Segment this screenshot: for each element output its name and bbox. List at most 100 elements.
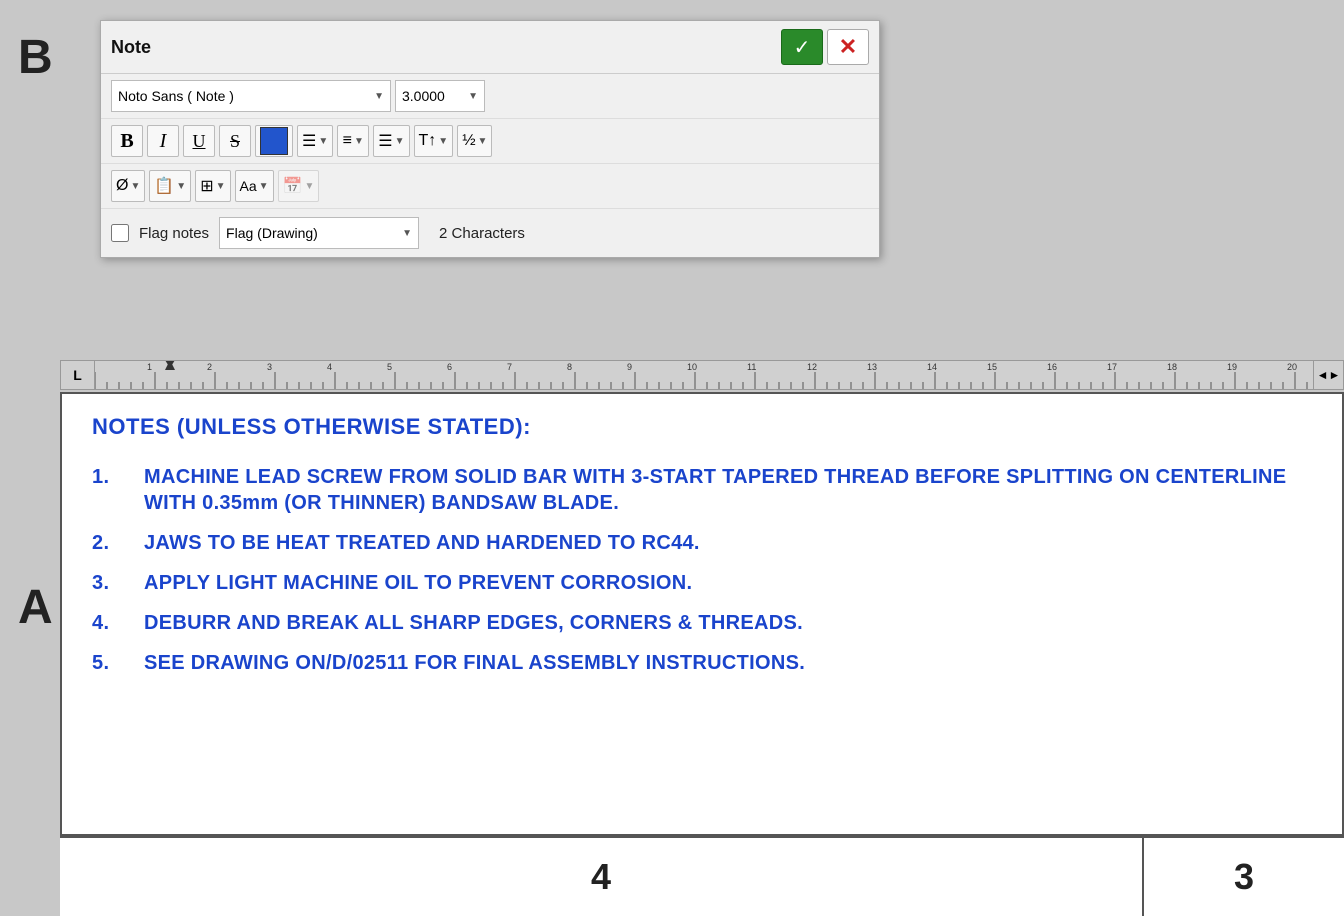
notes-heading: NOTES (UNLESS OTHERWISE STATED): xyxy=(92,414,1312,440)
ruler-nav-button[interactable]: ◄► xyxy=(1313,360,1343,390)
flag-notes-checkbox[interactable] xyxy=(111,224,129,242)
diameter-chevron: ▼ xyxy=(130,181,140,192)
bottom-right-label: 3 xyxy=(1234,856,1254,898)
strikethrough-button[interactable]: S xyxy=(219,125,251,157)
list-button[interactable]: ☰ ▼ xyxy=(373,125,409,157)
fraction-button[interactable]: ½ ▼ xyxy=(457,125,492,157)
list-item-text: MACHINE LEAD SCREW FROM SOLID BAR WITH 3… xyxy=(144,464,1312,516)
superscript-button[interactable]: T↑ ▼ xyxy=(414,125,454,157)
svg-text:7: 7 xyxy=(507,362,512,372)
underline-label: U xyxy=(193,131,206,152)
flag-dropdown-value: Flag (Drawing) xyxy=(226,225,318,241)
align-button[interactable]: ≡ ▼ xyxy=(337,125,369,157)
dialog-title: Note xyxy=(111,37,151,58)
svg-text:9: 9 xyxy=(627,362,632,372)
list-item: JAWS TO BE HEAT TREATED AND HARDENED TO … xyxy=(92,530,1312,556)
note-dialog: Note ✓ ✕ Noto Sans ( Note ) ▼ 3.0000 ▼ B… xyxy=(100,20,880,258)
flag-row: Flag notes Flag (Drawing) ▼ 2 Characters xyxy=(101,209,879,257)
align-chevron: ▼ xyxy=(354,136,364,147)
ruler-nav-icon: ◄► xyxy=(1317,368,1341,382)
svg-text:13: 13 xyxy=(867,362,877,372)
svg-text:12: 12 xyxy=(807,362,817,372)
font-size-chevron: ▼ xyxy=(468,91,478,102)
svg-text:6: 6 xyxy=(447,362,452,372)
list-chevron: ▼ xyxy=(395,136,405,147)
paste-special-button[interactable]: 📋 ▼ xyxy=(149,170,191,202)
italic-button[interactable]: I xyxy=(147,125,179,157)
font-tools-chevron: ▼ xyxy=(259,181,269,192)
diameter-label: Ø xyxy=(116,177,128,195)
ruler: L 1234567891011121314151617181920 ◄► xyxy=(60,360,1344,390)
formatting-row-1: B I U S ☰ ▼ ≡ ▼ ☰ ▼ T↑ ▼ ½ xyxy=(101,119,879,164)
date-icon: 📅 xyxy=(283,176,303,196)
font-tools-icon: Aa xyxy=(240,178,257,194)
bold-label: B xyxy=(120,130,133,153)
insert-symbol-button[interactable]: ⊞ ▼ xyxy=(195,170,230,202)
list-item-text: SEE DRAWING ON/D/02511 FOR FINAL ASSEMBL… xyxy=(144,650,805,676)
char-count: 2 Characters xyxy=(439,225,525,242)
svg-text:14: 14 xyxy=(927,362,937,372)
note-titlebar: Note ✓ ✕ xyxy=(101,21,879,74)
svg-text:11: 11 xyxy=(747,362,756,372)
ruler-l-button[interactable]: L xyxy=(61,360,95,390)
notes-list: MACHINE LEAD SCREW FROM SOLID BAR WITH 3… xyxy=(92,464,1312,676)
list-item-text: JAWS TO BE HEAT TREATED AND HARDENED TO … xyxy=(144,530,700,556)
underline-button[interactable]: U xyxy=(183,125,215,157)
flag-notes-label: Flag notes xyxy=(139,225,209,242)
date-button[interactable]: 📅 ▼ xyxy=(278,170,320,202)
line-spacing-icon: ☰ xyxy=(302,131,316,151)
line-spacing-chevron: ▼ xyxy=(318,136,328,147)
fraction-chevron: ▼ xyxy=(478,136,488,147)
svg-text:4: 4 xyxy=(327,362,332,372)
font-family-value: Noto Sans ( Note ) xyxy=(118,88,234,104)
svg-text:8: 8 xyxy=(567,362,572,372)
bold-button[interactable]: B xyxy=(111,125,143,157)
list-item: MACHINE LEAD SCREW FROM SOLID BAR WITH 3… xyxy=(92,464,1312,516)
paste-chevron: ▼ xyxy=(176,181,186,192)
list-item-text: APPLY LIGHT MACHINE OIL TO PREVENT CORRO… xyxy=(144,570,692,596)
font-size-select[interactable]: 3.0000 ▼ xyxy=(395,80,485,112)
flag-dropdown[interactable]: Flag (Drawing) ▼ xyxy=(219,217,419,249)
list-item-text: DEBURR AND BREAK ALL SHARP EDGES, CORNER… xyxy=(144,610,803,636)
font-tools-button[interactable]: Aa ▼ xyxy=(235,170,274,202)
cancel-button[interactable]: ✕ xyxy=(827,29,869,65)
confirm-button[interactable]: ✓ xyxy=(781,29,823,65)
font-toolbar-row: Noto Sans ( Note ) ▼ 3.0000 ▼ xyxy=(101,74,879,119)
color-button[interactable] xyxy=(255,125,293,157)
bottom-left-cell: 4 xyxy=(60,838,1144,916)
strike-label: S xyxy=(230,131,240,152)
svg-text:17: 17 xyxy=(1107,362,1117,372)
svg-text:10: 10 xyxy=(687,362,697,372)
svg-text:1: 1 xyxy=(147,362,152,372)
ruler-svg: 1234567891011121314151617181920 xyxy=(95,360,1313,390)
font-family-chevron: ▼ xyxy=(374,91,384,102)
list-item: APPLY LIGHT MACHINE OIL TO PREVENT CORRO… xyxy=(92,570,1312,596)
line-spacing-button[interactable]: ☰ ▼ xyxy=(297,125,333,157)
superscript-chevron: ▼ xyxy=(438,136,448,147)
ruler-marks: 1234567891011121314151617181920 xyxy=(95,360,1313,390)
content-area: NOTES (UNLESS OTHERWISE STATED): MACHINE… xyxy=(60,392,1344,836)
insert-chevron: ▼ xyxy=(216,181,226,192)
italic-label: I xyxy=(160,130,167,153)
svg-text:15: 15 xyxy=(987,362,997,372)
svg-text:19: 19 xyxy=(1227,362,1237,372)
fraction-label: ½ xyxy=(462,132,475,150)
svg-text:3: 3 xyxy=(267,362,272,372)
date-chevron: ▼ xyxy=(304,181,314,192)
label-b: B xyxy=(18,30,53,85)
svg-text:5: 5 xyxy=(387,362,392,372)
ruler-cursor xyxy=(165,360,175,368)
formatting-row-2: Ø ▼ 📋 ▼ ⊞ ▼ Aa ▼ 📅 ▼ xyxy=(101,164,879,209)
diameter-button[interactable]: Ø ▼ xyxy=(111,170,145,202)
font-family-select[interactable]: Noto Sans ( Note ) ▼ xyxy=(111,80,391,112)
color-swatch xyxy=(260,127,288,155)
paste-special-icon: 📋 xyxy=(154,176,174,196)
svg-text:2: 2 xyxy=(207,362,212,372)
title-buttons: ✓ ✕ xyxy=(781,29,869,65)
list-item: DEBURR AND BREAK ALL SHARP EDGES, CORNER… xyxy=(92,610,1312,636)
bottom-left-label: 4 xyxy=(591,856,611,898)
insert-symbol-icon: ⊞ xyxy=(200,176,213,196)
bottom-right-cell: 3 xyxy=(1144,838,1344,916)
list-item: SEE DRAWING ON/D/02511 FOR FINAL ASSEMBL… xyxy=(92,650,1312,676)
font-size-value: 3.0000 xyxy=(402,88,445,104)
